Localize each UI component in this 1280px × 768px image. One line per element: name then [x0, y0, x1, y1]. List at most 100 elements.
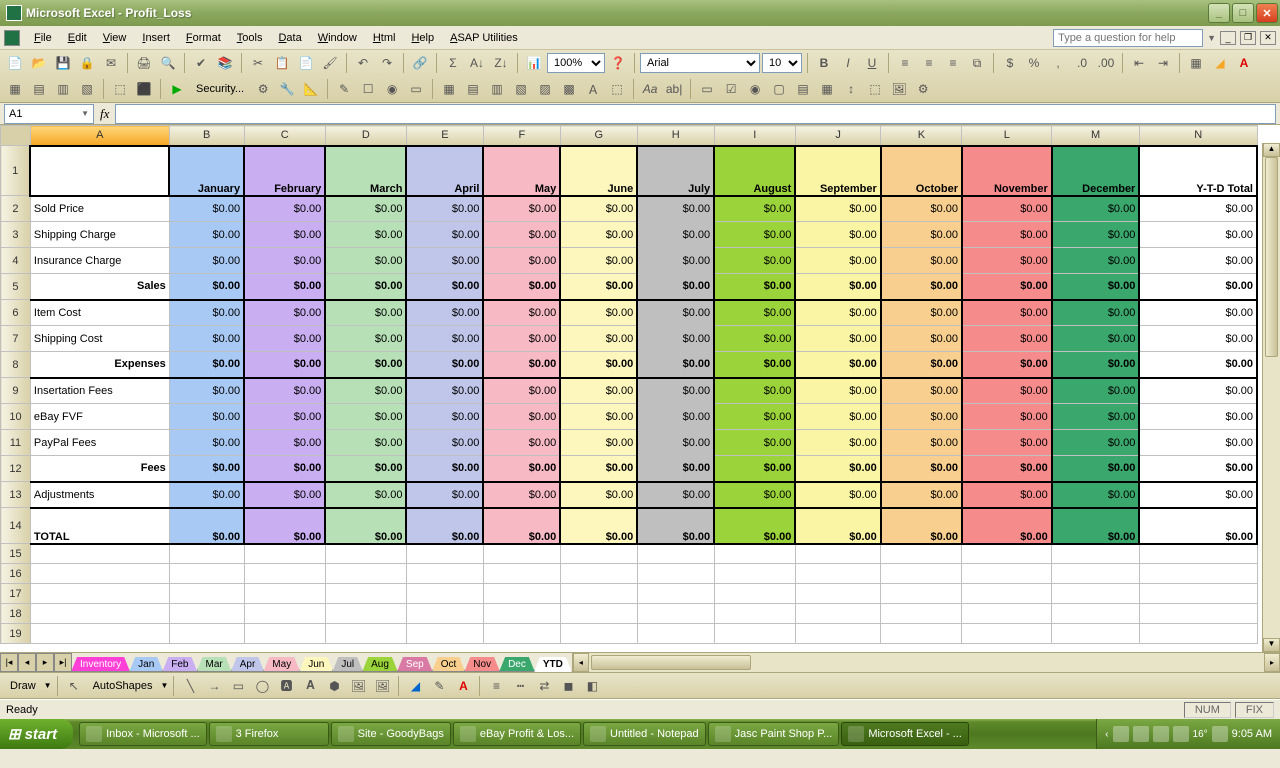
- col-header-K[interactable]: K: [881, 126, 962, 146]
- empty-cell[interactable]: [1052, 604, 1140, 624]
- tray-icon[interactable]: [1133, 726, 1149, 742]
- underline-icon[interactable]: U: [861, 52, 883, 74]
- data-cell[interactable]: $0.00: [169, 326, 244, 352]
- data-cell[interactable]: $0.00: [1052, 274, 1140, 300]
- data-cell[interactable]: $0.00: [406, 404, 483, 430]
- print-icon[interactable]: 🖨: [133, 52, 155, 74]
- data-cell[interactable]: $0.00: [244, 300, 325, 326]
- forms-icon[interactable]: ▭: [696, 78, 718, 100]
- data-cell[interactable]: $0.00: [962, 404, 1052, 430]
- col-header-B[interactable]: B: [169, 126, 244, 146]
- data-cell[interactable]: $0.00: [962, 352, 1052, 378]
- menu-asap-utilities[interactable]: ASAP Utilities: [442, 30, 526, 46]
- data-cell[interactable]: $0.00: [1052, 326, 1140, 352]
- sheet-tab-jan[interactable]: Jan: [129, 657, 163, 672]
- data-cell[interactable]: $0.00: [1139, 378, 1257, 404]
- data-cell[interactable]: $0.00: [881, 352, 962, 378]
- cut-icon[interactable]: ✂: [247, 52, 269, 74]
- data-cell[interactable]: $0.00: [483, 196, 560, 222]
- empty-cell[interactable]: [881, 604, 962, 624]
- scroll-right-icon[interactable]: ▸: [1264, 653, 1280, 672]
- empty-cell[interactable]: [714, 544, 795, 564]
- row-header-3[interactable]: 3: [1, 222, 31, 248]
- textbox-icon[interactable]: 🅰: [275, 675, 297, 697]
- draw-menu[interactable]: Draw: [4, 678, 42, 694]
- align-left-icon[interactable]: ≡: [894, 52, 916, 74]
- empty-cell[interactable]: [325, 584, 406, 604]
- month-header-cell[interactable]: June: [560, 146, 637, 196]
- data-cell[interactable]: $0.00: [1139, 508, 1257, 544]
- print-preview-icon[interactable]: 🔍: [157, 52, 179, 74]
- row-label-cell[interactable]: Insertation Fees: [30, 378, 169, 404]
- data-cell[interactable]: $0.00: [1139, 248, 1257, 274]
- row-header-5[interactable]: 5: [1, 274, 31, 300]
- data-cell[interactable]: $0.00: [325, 274, 406, 300]
- data-cell[interactable]: $0.00: [637, 482, 714, 508]
- data-cell[interactable]: $0.00: [1139, 404, 1257, 430]
- col-header-H[interactable]: H: [637, 126, 714, 146]
- data-cell[interactable]: $0.00: [1139, 196, 1257, 222]
- data-cell[interactable]: $0.00: [637, 274, 714, 300]
- row-label-cell[interactable]: PayPal Fees: [30, 430, 169, 456]
- redo-icon[interactable]: ↷: [376, 52, 398, 74]
- data-cell[interactable]: $0.00: [560, 482, 637, 508]
- data-cell[interactable]: $0.00: [244, 222, 325, 248]
- data-cell[interactable]: $0.00: [1139, 482, 1257, 508]
- data-cell[interactable]: $0.00: [560, 378, 637, 404]
- formula-input[interactable]: [115, 104, 1276, 124]
- currency-icon[interactable]: $: [999, 52, 1021, 74]
- data-cell[interactable]: $0.00: [169, 300, 244, 326]
- menu-edit[interactable]: Edit: [60, 30, 95, 46]
- data-cell[interactable]: $0.00: [406, 378, 483, 404]
- tab-nav-prev-icon[interactable]: ◂: [18, 653, 36, 672]
- tray-icon[interactable]: [1153, 726, 1169, 742]
- shadow-icon[interactable]: ◼: [557, 675, 579, 697]
- data-cell[interactable]: $0.00: [962, 274, 1052, 300]
- empty-cell[interactable]: [962, 624, 1052, 644]
- forms-icon[interactable]: ◉: [381, 78, 403, 100]
- line-style-icon[interactable]: ≡: [485, 675, 507, 697]
- data-cell[interactable]: $0.00: [560, 222, 637, 248]
- data-cell[interactable]: $0.00: [714, 352, 795, 378]
- data-cell[interactable]: $0.00: [714, 274, 795, 300]
- empty-cell[interactable]: [637, 604, 714, 624]
- empty-cell[interactable]: [406, 584, 483, 604]
- align-center-icon[interactable]: ≡: [918, 52, 940, 74]
- data-cell[interactable]: $0.00: [560, 248, 637, 274]
- empty-cell[interactable]: [881, 584, 962, 604]
- data-cell[interactable]: $0.00: [244, 508, 325, 544]
- tab-nav-first-icon[interactable]: |◂: [0, 653, 18, 672]
- data-cell[interactable]: $0.00: [560, 404, 637, 430]
- forms-icon[interactable]: ⬚: [606, 78, 628, 100]
- row-header-18[interactable]: 18: [1, 604, 31, 624]
- data-cell[interactable]: $0.00: [714, 404, 795, 430]
- data-cell[interactable]: $0.00: [881, 508, 962, 544]
- font-color-icon[interactable]: A: [1233, 52, 1255, 74]
- data-cell[interactable]: $0.00: [1052, 404, 1140, 430]
- empty-cell[interactable]: [244, 604, 325, 624]
- menu-data[interactable]: Data: [270, 30, 309, 46]
- empty-cell[interactable]: [244, 624, 325, 644]
- data-cell[interactable]: $0.00: [1139, 274, 1257, 300]
- run-macro-icon[interactable]: ▶: [166, 78, 188, 100]
- empty-cell[interactable]: [795, 564, 880, 584]
- col-header-N[interactable]: N: [1139, 126, 1257, 146]
- data-cell[interactable]: $0.00: [325, 482, 406, 508]
- row-label-cell[interactable]: Shipping Cost: [30, 326, 169, 352]
- empty-cell[interactable]: [560, 544, 637, 564]
- forms-icon[interactable]: ▤: [462, 78, 484, 100]
- data-cell[interactable]: $0.00: [483, 300, 560, 326]
- empty-cell[interactable]: [560, 564, 637, 584]
- scroll-up-icon[interactable]: ▲: [1263, 143, 1280, 157]
- data-cell[interactable]: $0.00: [169, 196, 244, 222]
- data-cell[interactable]: $0.00: [714, 430, 795, 456]
- empty-cell[interactable]: [325, 624, 406, 644]
- data-cell[interactable]: $0.00: [325, 508, 406, 544]
- data-cell[interactable]: $0.00: [795, 378, 880, 404]
- col-header-M[interactable]: M: [1052, 126, 1140, 146]
- empty-cell[interactable]: [483, 604, 560, 624]
- forms-icon[interactable]: ⬚: [864, 78, 886, 100]
- data-cell[interactable]: $0.00: [1052, 508, 1140, 544]
- data-cell[interactable]: $0.00: [325, 222, 406, 248]
- data-cell[interactable]: $0.00: [169, 508, 244, 544]
